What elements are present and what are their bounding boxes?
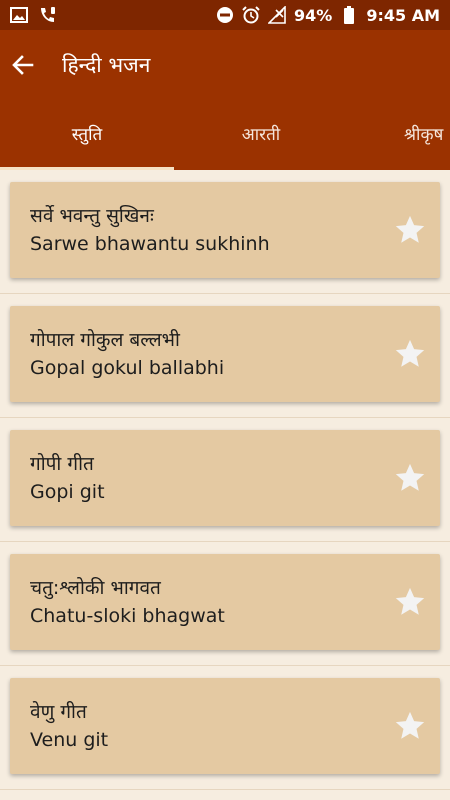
bhajan-card[interactable]: गोपी गीत Gopi git: [10, 430, 440, 526]
favorite-star-icon[interactable]: [392, 584, 428, 620]
bhajan-card[interactable]: गोपाल गोकुल बल्लभी Gopal gokul ballabhi: [10, 306, 440, 402]
list-item: सर्वे भवन्तु सुखिनः Sarwe bhawantu sukhi…: [0, 170, 450, 294]
list-item: गोपी गीत Gopi git: [0, 418, 450, 542]
favorite-star-icon[interactable]: [392, 708, 428, 744]
favorite-star-icon[interactable]: [392, 212, 428, 248]
bhajan-title-latin: Gopal gokul ballabhi: [30, 357, 225, 379]
bhajan-card[interactable]: चतु:श्लोकी भागवत Chatu-sloki bhagwat: [10, 554, 440, 650]
no-signal-icon: [268, 6, 286, 24]
page-title: हिन्दी भजन: [62, 53, 151, 77]
back-arrow-icon[interactable]: [10, 52, 36, 78]
favorite-star-icon[interactable]: [392, 460, 428, 496]
list-item: चतु:श्लोकी भागवत Chatu-sloki bhagwat: [0, 542, 450, 666]
bhajan-title-hindi: सर्वे भवन्तु सुखिनः: [30, 205, 154, 227]
clock: 9:45 AM: [366, 5, 440, 25]
bhajan-title-latin: Sarwe bhawantu sukhinh: [30, 233, 270, 255]
battery-icon: [340, 6, 358, 24]
bhajan-title-hindi: गोपी गीत: [30, 453, 94, 475]
status-bar: 94% 9:45 AM: [0, 0, 450, 30]
bhajan-title-latin: Chatu-sloki bhagwat: [30, 605, 225, 627]
image-notification-icon: [10, 6, 28, 24]
bhajan-card[interactable]: सर्वे भवन्तु सुखिनः Sarwe bhawantu sukhi…: [10, 182, 440, 278]
list-item: वेणु गीत Venu git: [0, 666, 450, 790]
status-right: 94% 9:45 AM: [216, 6, 440, 25]
bhajan-title-latin: Venu git: [30, 729, 109, 751]
list-item: गोपाल गोकुल बल्लभी Gopal gokul ballabhi: [0, 294, 450, 418]
alarm-icon: [242, 6, 260, 24]
tab-shrikrishna[interactable]: श्रीकृष: [404, 120, 450, 170]
bhajan-title-hindi: गोपाल गोकुल बल्लभी: [30, 329, 180, 351]
bhajan-title-hindi: वेणु गीत: [30, 701, 87, 723]
tab-aarti[interactable]: आरती: [174, 120, 348, 170]
bhajan-title-hindi: चतु:श्लोकी भागवत: [30, 577, 161, 599]
app-bar: हिन्दी भजन स्तुति आरती श्रीकृष: [0, 30, 450, 170]
bhajan-title-latin: Gopi git: [30, 481, 105, 503]
status-left: [10, 6, 56, 24]
tab-bar: स्तुति आरती श्रीकृष: [0, 120, 450, 170]
tab-stuti[interactable]: स्तुति: [0, 120, 174, 170]
missed-call-notification-icon: [38, 6, 56, 24]
battery-percent: 94%: [294, 5, 333, 25]
bhajan-card[interactable]: वेणु गीत Venu git: [10, 678, 440, 774]
do-not-disturb-icon: [216, 6, 234, 24]
favorite-star-icon[interactable]: [392, 336, 428, 372]
